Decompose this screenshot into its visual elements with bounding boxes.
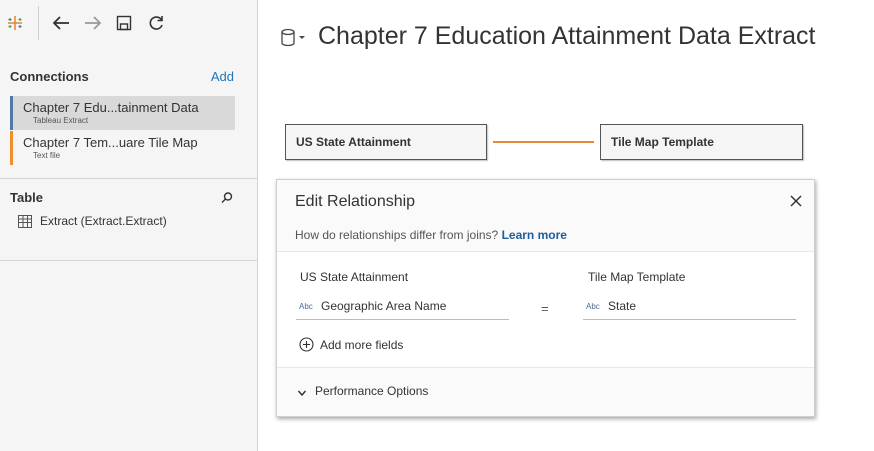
dialog-title: Edit Relationship <box>295 193 416 210</box>
table-item-label: Extract (Extract.Extract) <box>40 214 167 228</box>
connections-header: Connections Add <box>10 69 236 85</box>
connections-title: Connections <box>10 69 89 84</box>
connection-type: Text file <box>33 151 61 160</box>
operator-select[interactable]: = <box>541 301 549 316</box>
left-pane: Connections Add Chapter 7 Edu...tainment… <box>0 0 258 451</box>
learn-more-link[interactable]: Learn more <box>502 228 567 242</box>
toolbar <box>0 0 258 46</box>
left-field-name: Geographic Area Name <box>321 299 447 313</box>
toolbar-separator <box>38 6 39 40</box>
table-grid-icon <box>18 215 32 228</box>
left-table-label: US State Attainment <box>300 270 409 284</box>
plus-circle-icon <box>299 337 314 352</box>
add-connection-link[interactable]: Add <box>211 69 234 84</box>
relationship-fields-panel: US State Attainment Tile Map Template Ab… <box>277 251 814 368</box>
forward-arrow-icon[interactable] <box>82 12 104 34</box>
divider <box>0 178 258 179</box>
connection-name: Chapter 7 Tem...uare Tile Map <box>23 135 198 150</box>
relationship-help-text: How do relationships differ from joins? … <box>295 228 567 242</box>
right-field-name: State <box>608 299 637 313</box>
right-table-label: Tile Map Template <box>588 270 686 284</box>
table-header: Table <box>10 190 236 206</box>
search-icon[interactable] <box>220 191 234 205</box>
connection-item-tile-map[interactable]: Chapter 7 Tem...uare Tile Map Text file <box>10 131 235 165</box>
connection-type: Tableau Extract <box>33 116 89 125</box>
help-question: How do relationships differ from joins? <box>295 228 499 242</box>
refresh-icon[interactable] <box>145 12 167 34</box>
add-more-fields-label: Add more fields <box>320 338 404 352</box>
right-field-select[interactable]: Abc State <box>583 298 796 320</box>
left-field-select[interactable]: Abc Geographic Area Name <box>296 298 509 320</box>
tableau-logo-icon[interactable] <box>4 12 26 34</box>
string-type-icon: Abc <box>299 302 313 311</box>
performance-options-label: Performance Options <box>315 384 429 398</box>
relationship-line[interactable] <box>493 141 594 143</box>
edit-relationship-dialog: Edit Relationship How do relationships d… <box>276 179 815 417</box>
datasource-title-row: Chapter 7 Education Attainment Data Extr… <box>280 20 860 54</box>
string-type-icon: Abc <box>586 302 600 311</box>
close-icon[interactable] <box>788 193 804 209</box>
database-icon[interactable] <box>280 28 306 48</box>
save-icon[interactable] <box>113 12 135 34</box>
connection-name: Chapter 7 Edu...tainment Data <box>23 100 199 115</box>
right-table-box[interactable]: Tile Map Template <box>600 124 803 160</box>
connection-item-education-extract[interactable]: Chapter 7 Edu...tainment Data Tableau Ex… <box>10 96 235 130</box>
chevron-down-icon <box>297 385 307 397</box>
table-item-extract[interactable]: Extract (Extract.Extract) <box>18 213 238 231</box>
datasource-title[interactable]: Chapter 7 Education Attainment Data Extr… <box>318 22 816 51</box>
divider <box>0 260 258 261</box>
table-title: Table <box>10 190 43 205</box>
back-arrow-icon[interactable] <box>50 12 72 34</box>
left-table-box[interactable]: US State Attainment <box>285 124 487 160</box>
